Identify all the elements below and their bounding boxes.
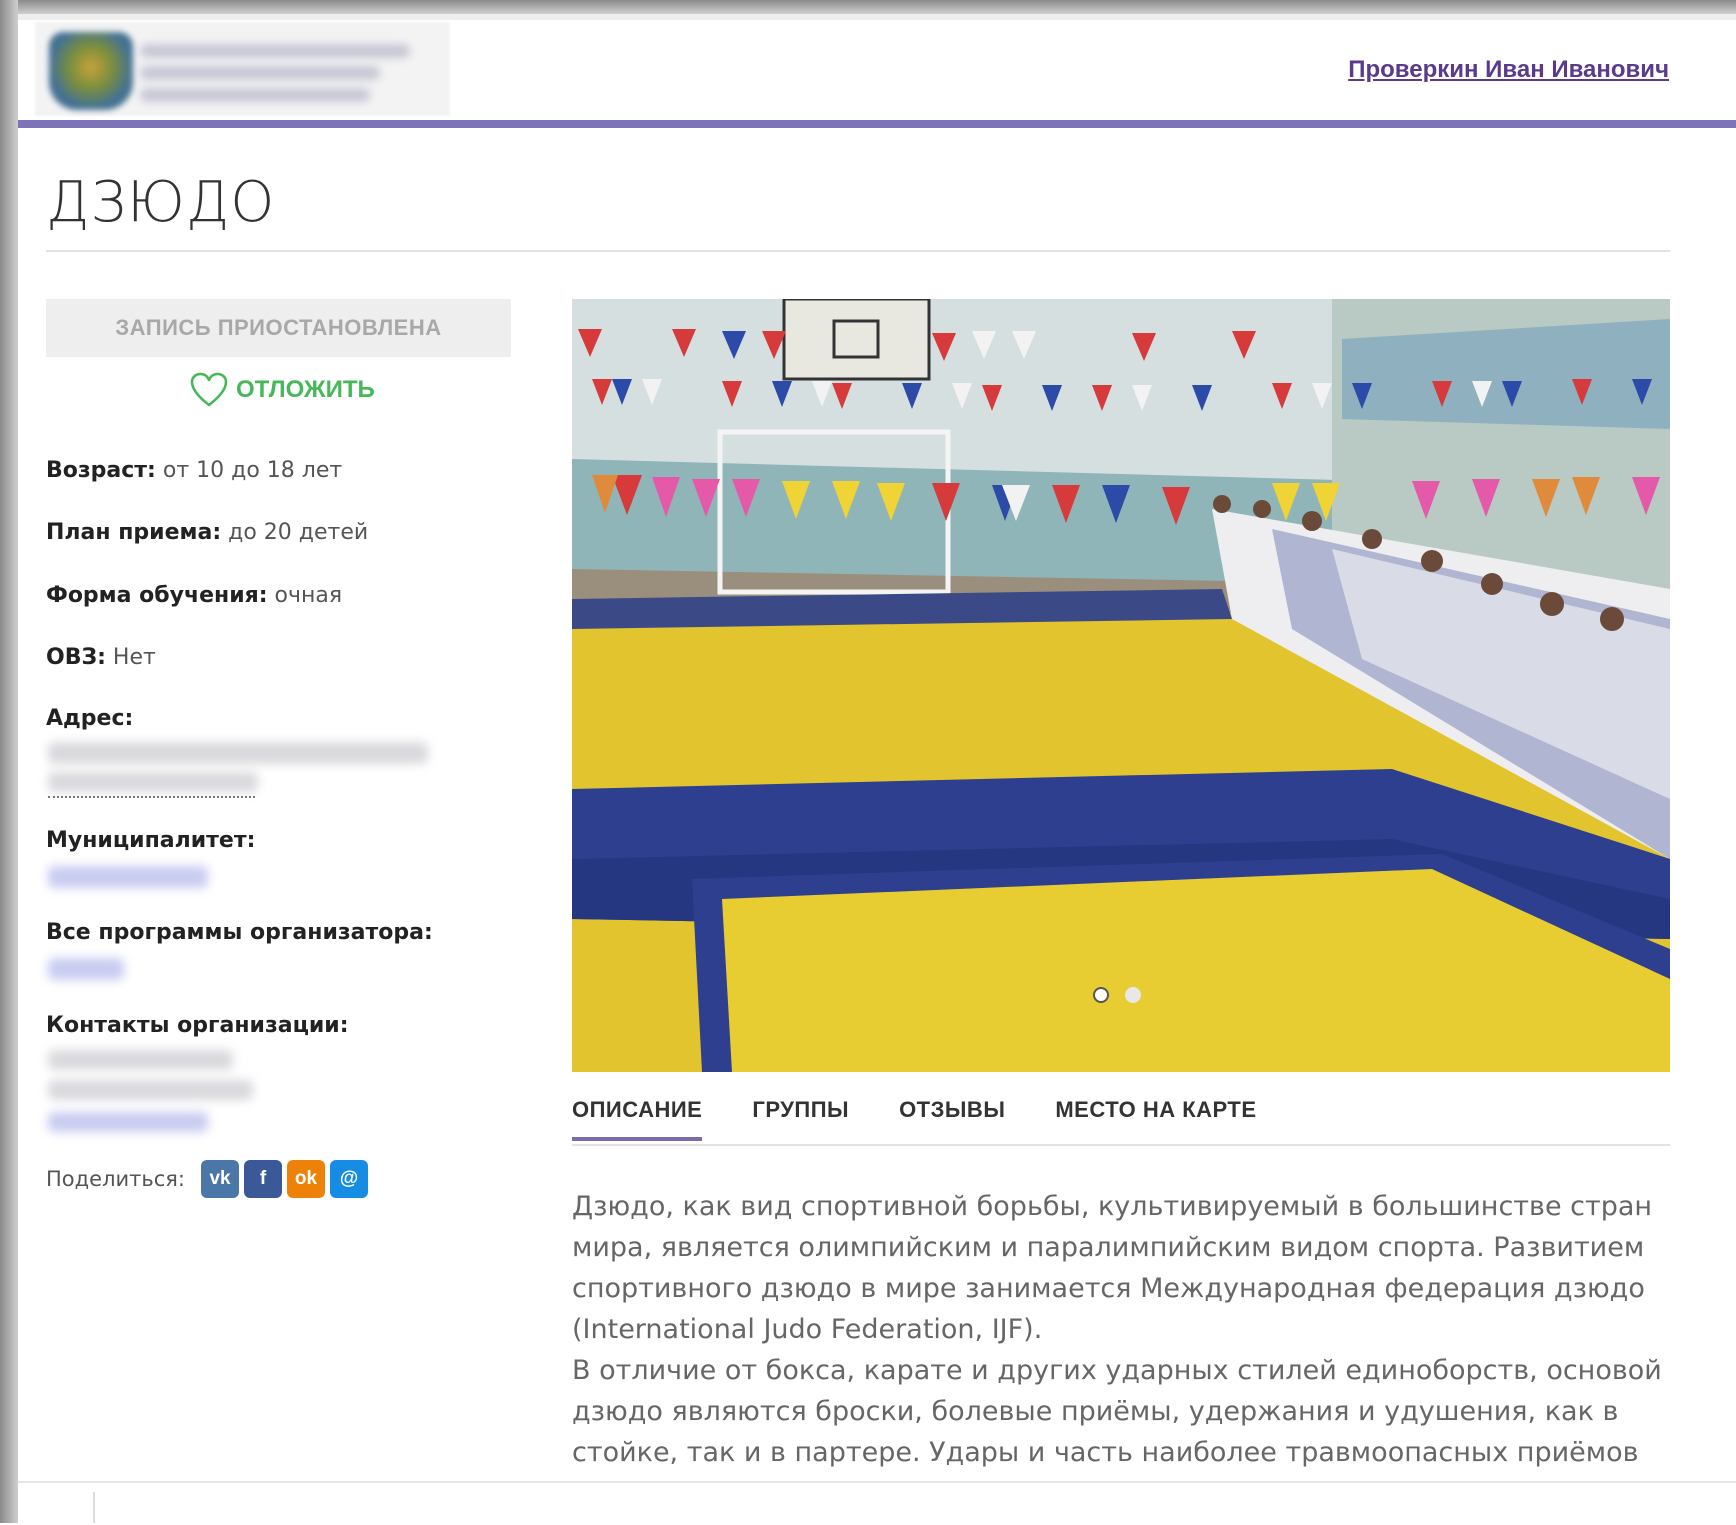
logo-text-line [140,66,380,80]
slide-photo-judo-hall [572,299,1670,1072]
bottom-taskbar [18,1481,1736,1525]
municipality-label: Муниципалитет: [46,828,255,853]
slider-dot-1[interactable] [1093,987,1109,1003]
content-tabs: ОПИСАНИЕ ГРУППЫ ОТЗЫВЫ МЕСТО НА КАРТЕ [572,1097,1307,1141]
header-accent-bar [18,120,1736,128]
admission-plan-value: до 20 детей [228,520,369,545]
ovz-value: Нет [112,645,156,670]
tab-description[interactable]: ОПИСАНИЕ [572,1097,703,1141]
study-form-value: очная [274,583,343,608]
heart-icon [190,372,228,407]
postpone-label: ОТЛОЖИТЬ [236,376,375,403]
municipality-label-text: Муниципалитет: [46,828,256,853]
title-divider [46,250,1670,252]
page-title: ДЗЮДО [46,170,276,235]
description-paragraph-1: Дзюдо, как вид спортивной борьбы, культи… [572,1191,1653,1345]
description-text: Дзюдо, как вид спортивной борьбы, культи… [572,1186,1670,1514]
share-row: Поделиться: vk f ok @ [46,1160,373,1198]
user-profile-link[interactable]: Проверкин Иван Иванович [1348,56,1669,84]
window-frame-top [0,0,1736,14]
contact-email-redacted [48,1080,253,1100]
age-value: от 10 до 18 лет [162,458,343,483]
odnoklassniki-icon[interactable]: ok [287,1160,326,1198]
slider-pagination [1093,987,1141,1003]
organization-contacts-label: Контакты организации: [46,1013,349,1038]
age-field: Возраст: от 10 до 18 лет [46,458,342,483]
logo-text-line [140,88,370,102]
study-form-label: Форма обучения: [46,583,268,608]
logo-text-line [140,44,410,58]
organization-contacts-label-text: Контакты организации: [46,1013,349,1038]
facebook-icon[interactable]: f [244,1160,283,1198]
address-label: Адрес: [46,706,133,731]
admission-plan-label: План приема: [46,520,222,545]
address-underline [48,794,255,798]
taskbar-separator [93,1492,95,1523]
tabs-divider [572,1144,1670,1146]
organization-logo[interactable] [35,22,450,116]
organizer-programs-link-redacted[interactable] [48,958,124,980]
tab-reviews[interactable]: ОТЗЫВЫ [899,1097,1005,1141]
organizer-programs-label-text: Все программы организатора: [46,920,433,945]
photo-slider[interactable] [572,299,1670,1072]
share-label: Поделиться: [46,1167,186,1191]
contact-site-link-redacted[interactable] [48,1112,208,1132]
address-value-redacted [48,742,428,764]
tab-groups[interactable]: ГРУППЫ [752,1097,849,1141]
study-form-field: Форма обучения: очная [46,583,342,608]
admission-plan-field: План приема: до 20 детей [46,520,368,545]
postpone-button[interactable]: ОТЛОЖИТЬ [190,372,375,408]
municipality-link-redacted[interactable] [48,866,208,888]
top-strip [18,14,1736,20]
emblem-icon [49,32,133,110]
organizer-programs-label: Все программы организатора: [46,920,433,945]
ovz-label: ОВЗ: [46,645,106,670]
contact-phone-redacted [48,1050,233,1070]
window-frame-left [0,0,18,1523]
tab-map-location[interactable]: МЕСТО НА КАРТЕ [1055,1097,1256,1141]
slider-dot-2[interactable] [1125,987,1141,1003]
vk-icon[interactable]: vk [201,1160,240,1198]
address-label-text: Адрес: [46,706,134,731]
ovz-field: ОВЗ: Нет [46,645,156,670]
address-value-redacted[interactable] [48,772,258,792]
moimir-icon[interactable]: @ [330,1160,369,1198]
enrollment-status-badge: ЗАПИСЬ ПРИОСТАНОВЛЕНА [46,299,511,357]
age-label: Возраст: [46,458,156,483]
